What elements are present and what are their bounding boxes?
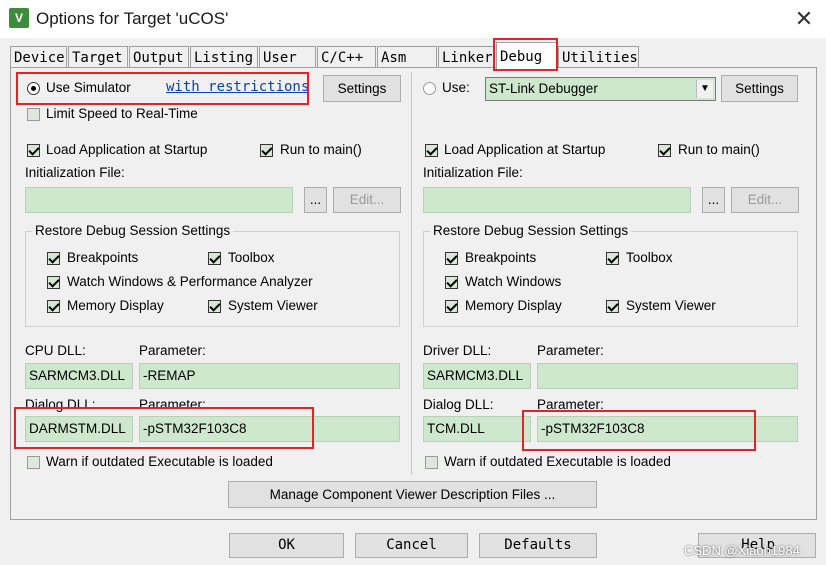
system-viewer-checkbox[interactable]: [208, 300, 221, 313]
simulator-highlight: [16, 72, 309, 105]
right-watch-windows-checkbox[interactable]: [445, 276, 458, 289]
tab-c-cpp[interactable]: C/C++: [317, 46, 376, 67]
driver-dll-input[interactable]: SARMCM3.DLL: [423, 363, 531, 389]
dialog-dll-highlight: [14, 407, 314, 449]
right-dialog-dll-label: Dialog DLL:: [423, 397, 494, 412]
load-app-label: Load Application at Startup: [46, 142, 208, 157]
right-warn-outdated-label: Warn if outdated Executable is loaded: [444, 454, 671, 469]
window-title: Options for Target 'uCOS': [36, 9, 229, 28]
tab-asm[interactable]: Asm: [377, 46, 437, 67]
limit-speed-checkbox[interactable]: [27, 108, 40, 121]
breakpoints-label: Breakpoints: [67, 250, 139, 265]
system-viewer-label: System Viewer: [228, 298, 318, 313]
right-init-file-label: Initialization File:: [423, 165, 523, 180]
cpu-parameter-label: Parameter:: [139, 343, 206, 358]
right-run-to-main-label: Run to main(): [678, 142, 760, 157]
right-watch-windows-label: Watch Windows: [465, 274, 562, 289]
init-file-browse-button[interactable]: ...: [304, 187, 327, 213]
init-file-input[interactable]: [25, 187, 293, 213]
init-file-label: Initialization File:: [25, 165, 125, 180]
driver-dll-label: Driver DLL:: [423, 343, 492, 358]
watch-windows-label: Watch Windows & Performance Analyzer: [67, 274, 313, 289]
right-load-app-label: Load Application at Startup: [444, 142, 606, 157]
tab-target[interactable]: Target: [68, 46, 128, 67]
right-system-viewer-label: System Viewer: [626, 298, 716, 313]
debugger-select-value: ST-Link Debugger: [489, 81, 598, 96]
init-file-edit-button[interactable]: Edit...: [333, 187, 401, 213]
pane-separator: [411, 72, 412, 475]
defaults-button[interactable]: Defaults: [479, 533, 597, 558]
run-to-main-label: Run to main(): [280, 142, 362, 157]
right-breakpoints-checkbox[interactable]: [445, 252, 458, 265]
right-memory-display-label: Memory Display: [465, 298, 562, 313]
right-init-file-edit-button[interactable]: Edit...: [731, 187, 799, 213]
ok-button[interactable]: OK: [229, 533, 344, 558]
right-breakpoints-label: Breakpoints: [465, 250, 537, 265]
right-load-app-checkbox[interactable]: [425, 144, 438, 157]
right-warn-outdated-checkbox[interactable]: [425, 456, 438, 469]
right-toolbox-label: Toolbox: [626, 250, 673, 265]
memory-display-checkbox[interactable]: [47, 300, 60, 313]
debugger-settings-button[interactable]: Settings: [721, 75, 798, 102]
debugger-select[interactable]: ST-Link Debugger ▼: [485, 77, 716, 101]
right-init-file-browse-button[interactable]: ...: [702, 187, 725, 213]
tab-utilities[interactable]: Utilities: [558, 46, 639, 67]
use-debugger-label: Use:: [442, 80, 470, 95]
cpu-dll-label: CPU DLL:: [25, 343, 86, 358]
right-memory-display-checkbox[interactable]: [445, 300, 458, 313]
tab-listing[interactable]: Listing: [190, 46, 258, 67]
driver-parameter-input[interactable]: [537, 363, 798, 389]
watch-windows-checkbox[interactable]: [47, 276, 60, 289]
tab-output[interactable]: Output: [129, 46, 189, 67]
memory-display-label: Memory Display: [67, 298, 164, 313]
csdn-watermark: CSDN @Xiaoh1984: [684, 543, 800, 558]
cpu-parameter-input[interactable]: -REMAP: [139, 363, 400, 389]
debug-tab-highlight: [493, 38, 558, 71]
load-app-checkbox[interactable]: [27, 144, 40, 157]
right-dialog-dll-input[interactable]: TCM.DLL: [423, 416, 531, 442]
right-restore-settings-title: Restore Debug Session Settings: [430, 223, 632, 238]
cancel-button[interactable]: Cancel: [355, 533, 468, 558]
warn-outdated-label: Warn if outdated Executable is loaded: [46, 454, 273, 469]
manage-component-viewer-button[interactable]: Manage Component Viewer Description File…: [228, 481, 597, 508]
toolbox-checkbox[interactable]: [208, 252, 221, 265]
right-system-viewer-checkbox[interactable]: [606, 300, 619, 313]
right-dialog-param-highlight: [522, 410, 756, 451]
tab-linker[interactable]: Linker: [438, 46, 495, 67]
run-to-main-checkbox[interactable]: [260, 144, 273, 157]
tab-device[interactable]: Device: [10, 46, 67, 67]
use-debugger-radio[interactable]: [423, 82, 436, 95]
chevron-down-icon: ▼: [696, 80, 713, 98]
simulator-settings-button[interactable]: Settings: [323, 75, 401, 102]
restore-settings-title: Restore Debug Session Settings: [32, 223, 234, 238]
warn-outdated-checkbox[interactable]: [27, 456, 40, 469]
breakpoints-checkbox[interactable]: [47, 252, 60, 265]
right-toolbox-checkbox[interactable]: [606, 252, 619, 265]
close-icon[interactable]: ✕: [790, 6, 818, 32]
cpu-dll-input[interactable]: SARMCM3.DLL: [25, 363, 133, 389]
right-init-file-input[interactable]: [423, 187, 691, 213]
driver-parameter-label: Parameter:: [537, 343, 604, 358]
keil-app-icon: V: [9, 8, 29, 28]
tab-user[interactable]: User: [259, 46, 316, 67]
limit-speed-label: Limit Speed to Real-Time: [46, 106, 198, 121]
toolbox-label: Toolbox: [228, 250, 275, 265]
right-run-to-main-checkbox[interactable]: [658, 144, 671, 157]
